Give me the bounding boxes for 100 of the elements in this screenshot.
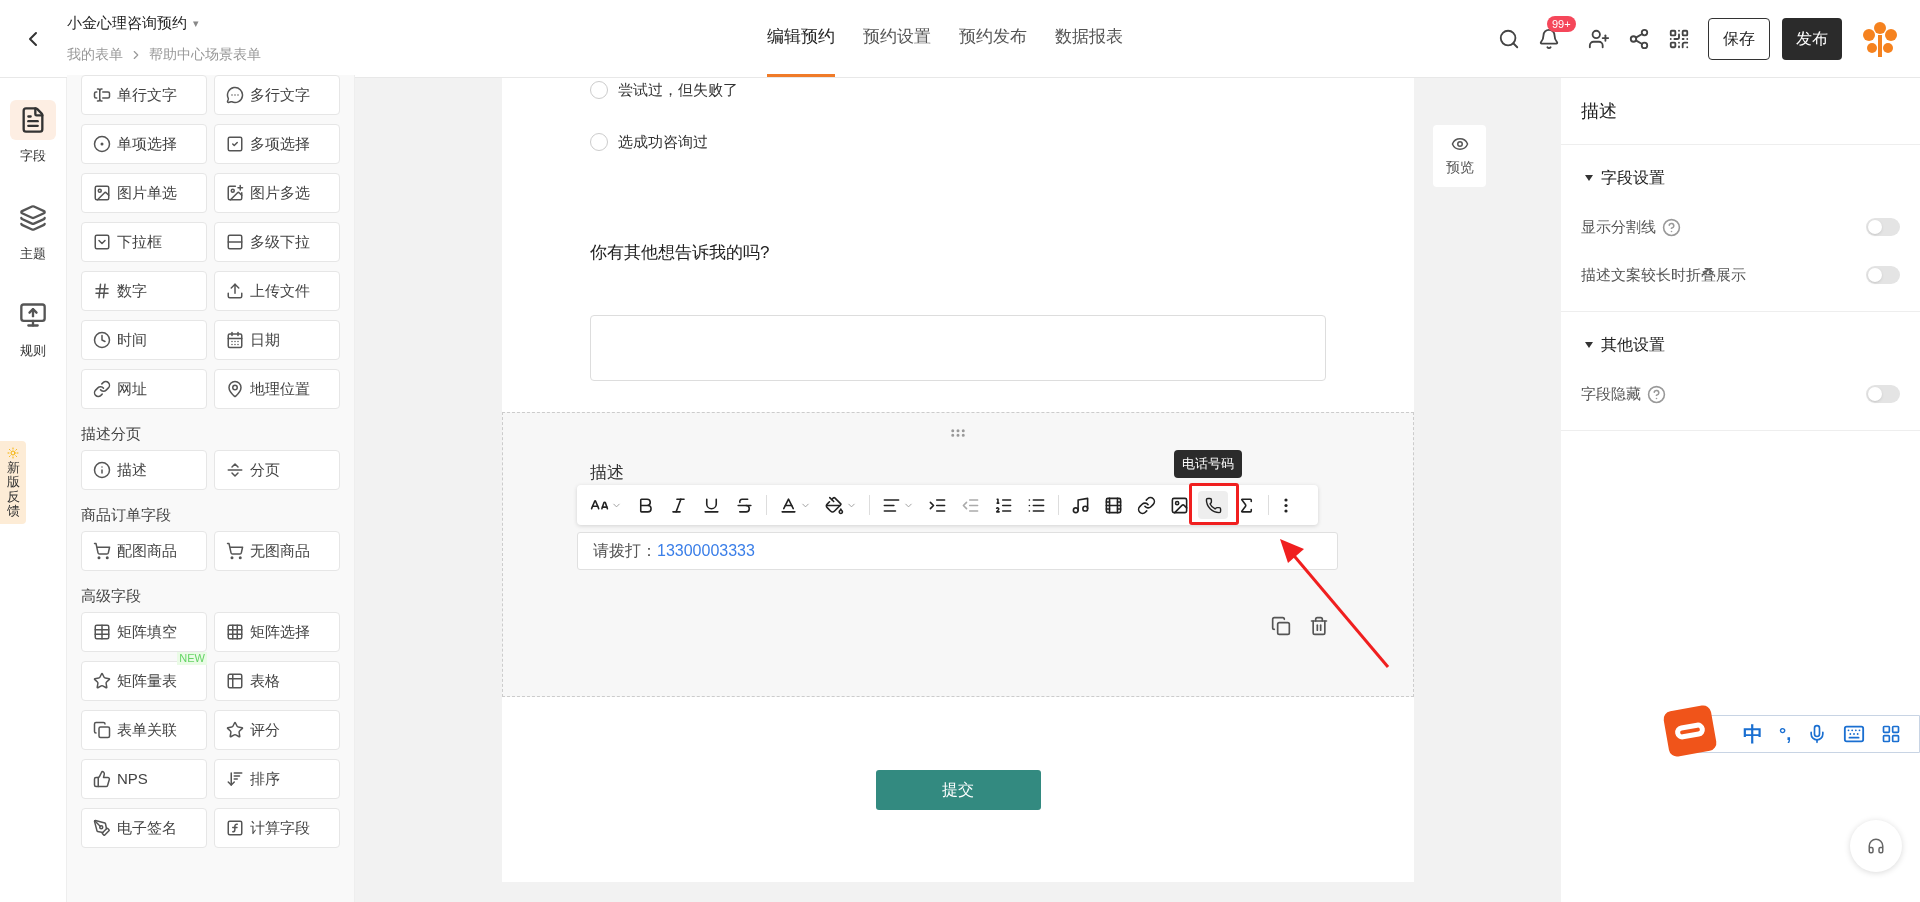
setting-label: 显示分割线 — [1581, 216, 1656, 237]
group-title: 描述分页 — [81, 424, 142, 444]
map-pin-icon — [226, 380, 244, 398]
help-icon[interactable] — [1662, 217, 1681, 237]
info-icon — [93, 461, 111, 479]
checkbox-icon — [226, 135, 244, 153]
underline-icon — [702, 495, 721, 515]
field-type-button[interactable]: 多项选择 — [214, 124, 340, 164]
field-type-button[interactable]: NPS — [81, 759, 207, 799]
field-type-button[interactable]: 无图商品 — [214, 531, 340, 571]
ime-punctuation[interactable]: °, — [1779, 720, 1792, 748]
bell-icon[interactable] — [1538, 27, 1560, 50]
tab[interactable]: 预约发布 — [959, 0, 1027, 77]
share-icon[interactable] — [1628, 27, 1650, 50]
field-type-button[interactable]: 评分 — [214, 710, 340, 750]
question-text: 你有其他想告诉我的吗? — [589, 242, 771, 264]
setting-label: 字段隐藏 — [1581, 383, 1641, 404]
clock-icon — [93, 331, 111, 349]
tab[interactable]: 数据报表 — [1055, 0, 1123, 77]
submit-button[interactable]: 提交 — [875, 770, 1041, 810]
radio-icon — [93, 135, 111, 153]
breadcrumb-item: 帮助中心场景表单 — [149, 45, 261, 65]
function-icon — [226, 819, 244, 837]
ime-mode[interactable]: 中 — [1743, 719, 1763, 749]
sort-icon — [226, 770, 244, 788]
strikethrough-icon — [735, 495, 754, 515]
field-type-button[interactable]: 日期 — [214, 320, 340, 360]
field-type-button[interactable]: 图片单选 — [81, 173, 207, 213]
collapse-caret-icon[interactable] — [1585, 342, 1593, 348]
field-type-button[interactable]: 分页 — [214, 450, 340, 490]
tooltip: 电话号码 — [1174, 450, 1242, 478]
field-type-button[interactable]: 上传文件 — [214, 271, 340, 311]
field-type-button[interactable]: 地理位置 — [214, 369, 340, 409]
film-icon — [1104, 495, 1123, 515]
add-user-icon[interactable] — [1588, 27, 1610, 50]
field-type-button[interactable]: 图片多选 — [214, 173, 340, 213]
preview-button[interactable]: 预览 — [1433, 125, 1486, 187]
ordered-list-icon — [994, 495, 1013, 515]
field-type-button[interactable]: 表格 — [214, 661, 340, 701]
field-type-button[interactable]: 数字 — [81, 271, 207, 311]
toggle-switch[interactable] — [1866, 218, 1900, 236]
search-icon[interactable] — [1498, 27, 1520, 50]
collapse-caret-icon[interactable] — [1585, 175, 1593, 181]
rail-item[interactable]: 主题 — [10, 193, 56, 267]
headset-icon — [1867, 837, 1885, 855]
rail-item[interactable]: 规则 — [10, 291, 56, 365]
notification-badge: 99+ — [1547, 15, 1576, 32]
delete-icon[interactable] — [1309, 616, 1329, 636]
group-title: 高级字段 — [81, 586, 142, 606]
image-plus-icon — [226, 184, 244, 202]
field-type-button[interactable]: 表单关联 — [81, 710, 207, 750]
field-type-button[interactable]: 时间 — [81, 320, 207, 360]
feedback-tab[interactable]: 新版反馈 — [0, 441, 26, 525]
field-type-button[interactable]: 单项选择 — [81, 124, 207, 164]
content-text: 请拨打： — [593, 541, 657, 561]
phone-icon — [1204, 496, 1222, 514]
number-icon — [93, 282, 111, 300]
option-label: 选成功咨询过 — [618, 131, 708, 152]
description-field[interactable]: 请拨打：13300003333 — [577, 532, 1338, 570]
italic-icon — [669, 495, 688, 515]
group-title: 商品订单字段 — [81, 505, 172, 525]
caret-icon[interactable]: ▾ — [193, 14, 199, 32]
field-type-button[interactable]: 矩阵量表 — [81, 661, 207, 701]
field-type-button[interactable]: 下拉框 — [81, 222, 207, 262]
thumbs-up-icon — [93, 770, 111, 788]
page-break-icon — [226, 461, 244, 479]
save-button[interactable]: 保存 — [1708, 17, 1770, 60]
description-block[interactable]: 描述 电话号码 请拨打：13300003333 — [502, 412, 1414, 697]
field-type-button[interactable]: 网址 — [81, 369, 207, 409]
field-type-button[interactable]: 电子签名 — [81, 808, 207, 848]
field-type-button[interactable]: 排序 — [214, 759, 340, 799]
field-type-button[interactable]: 配图商品 — [81, 531, 207, 571]
toggle-switch[interactable] — [1866, 266, 1900, 284]
publish-button[interactable]: 发布 — [1782, 17, 1842, 60]
cart-icon — [93, 542, 111, 560]
help-icon[interactable] — [1647, 384, 1666, 404]
qr-code-icon[interactable] — [1668, 27, 1690, 50]
field-type-button[interactable]: 计算字段 — [214, 808, 340, 848]
highlight-frame — [1189, 483, 1239, 525]
star-icon — [93, 672, 111, 690]
field-type-button[interactable]: 单行文字 — [81, 75, 207, 115]
field-type-button[interactable]: 多行文字 — [214, 75, 340, 115]
phone-link[interactable]: 13300003333 — [657, 539, 755, 563]
phone-button[interactable] — [1198, 491, 1228, 519]
message-icon — [226, 86, 244, 104]
sun-icon — [7, 447, 19, 459]
panel-title: 描述 — [1561, 78, 1920, 145]
field-type-button[interactable]: 矩阵填空 — [81, 612, 207, 652]
new-badge: NEW — [177, 652, 207, 665]
link-icon — [1137, 495, 1156, 515]
tab[interactable]: 预约设置 — [863, 0, 931, 77]
field-type-button[interactable]: 描述 — [81, 450, 207, 490]
field-type-button[interactable]: 多级下拉 — [214, 222, 340, 262]
monitor-icon — [19, 301, 47, 329]
copy-icon[interactable] — [1271, 616, 1291, 636]
cart-icon — [226, 542, 244, 560]
grid-icon[interactable] — [1881, 724, 1902, 744]
toggle-switch[interactable] — [1866, 385, 1900, 403]
keyboard-icon[interactable] — [1843, 723, 1866, 745]
field-type-button[interactable]: 矩阵选择 — [214, 612, 340, 652]
